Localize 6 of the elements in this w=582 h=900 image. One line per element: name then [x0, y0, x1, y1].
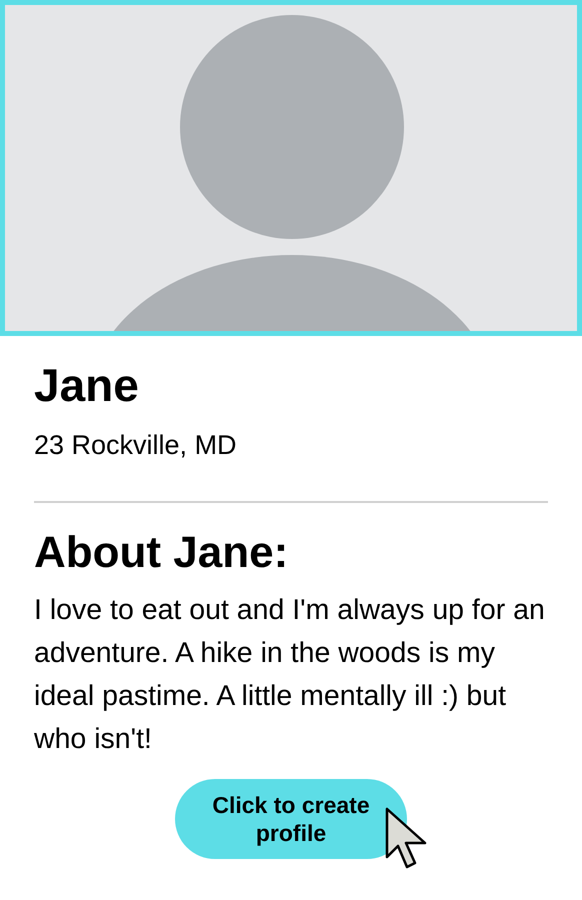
- about-paragraph: I love to eat out and I'm always up for an adventure. A hike in the woods is my ideal pastime. A little mentally ill :) but who isn't!: [34, 593, 546, 758]
- cursor-icon: [385, 807, 429, 872]
- location-text: 23 Rockville, MD: [34, 428, 238, 462]
- create-profile-button[interactable]: Click to create profile: [175, 779, 407, 860]
- about-heading: About Jane:: [34, 529, 290, 578]
- profile-name: Jane: [34, 360, 140, 411]
